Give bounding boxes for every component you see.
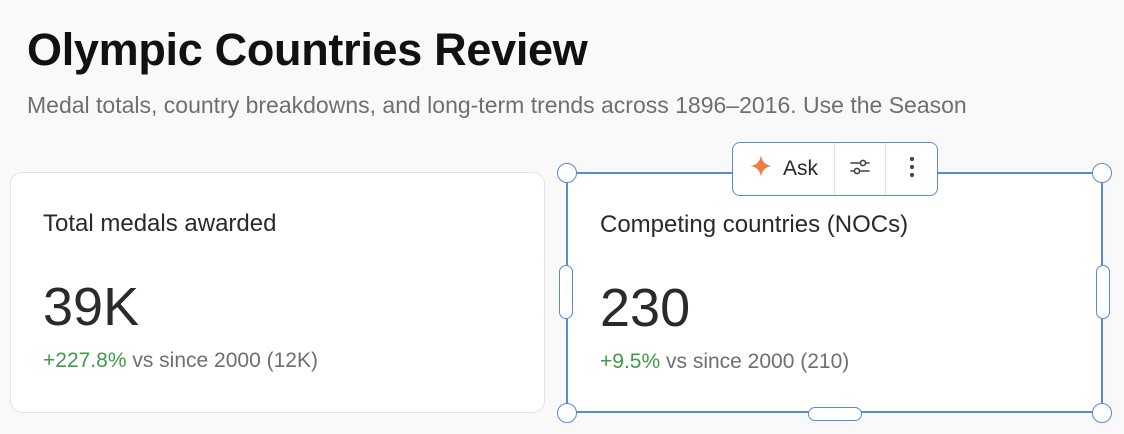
resize-handle-bottom-right[interactable]	[1092, 403, 1112, 423]
resize-handle-top-left[interactable]	[557, 163, 577, 183]
ask-button[interactable]: Ask	[733, 143, 836, 195]
ask-label: Ask	[783, 157, 819, 180]
card-value: 39K	[43, 277, 140, 337]
more-button[interactable]	[886, 143, 937, 195]
delta-percent: +9.5%	[600, 350, 661, 373]
resize-handle-left[interactable]	[559, 265, 573, 319]
card-delta-row: +227.8% vs since 2000 (12K)	[43, 349, 318, 373]
page-title: Olympic Countries Review	[27, 24, 588, 75]
more-vertical-icon	[908, 155, 916, 184]
resize-handle-top-right[interactable]	[1092, 163, 1112, 183]
resize-handle-bottom-left[interactable]	[557, 403, 577, 423]
card-title: Competing countries (NOCs)	[600, 211, 909, 238]
delta-comparison: vs since 2000 (210)	[665, 350, 850, 373]
delta-percent: +227.8%	[43, 349, 127, 372]
card-title: Total medals awarded	[43, 210, 277, 237]
resize-handle-bottom[interactable]	[808, 407, 862, 421]
settings-button[interactable]	[835, 143, 887, 195]
card-value: 230	[600, 278, 691, 338]
sliders-icon	[848, 155, 872, 184]
sparkle-icon	[749, 154, 773, 184]
metric-card-total-medals[interactable]: Total medals awarded 39K +227.8% vs sinc…	[10, 172, 545, 413]
delta-comparison: vs since 2000 (12K)	[132, 349, 318, 372]
metric-card-competing-countries[interactable]: Competing countries (NOCs) 230 +9.5% vs …	[566, 172, 1103, 413]
page-subtitle: Medal totals, country breakdowns, and lo…	[27, 92, 967, 118]
resize-handle-right[interactable]	[1096, 265, 1110, 319]
card-toolbar: Ask	[732, 142, 938, 196]
card-delta-row: +9.5% vs since 2000 (210)	[600, 350, 849, 374]
